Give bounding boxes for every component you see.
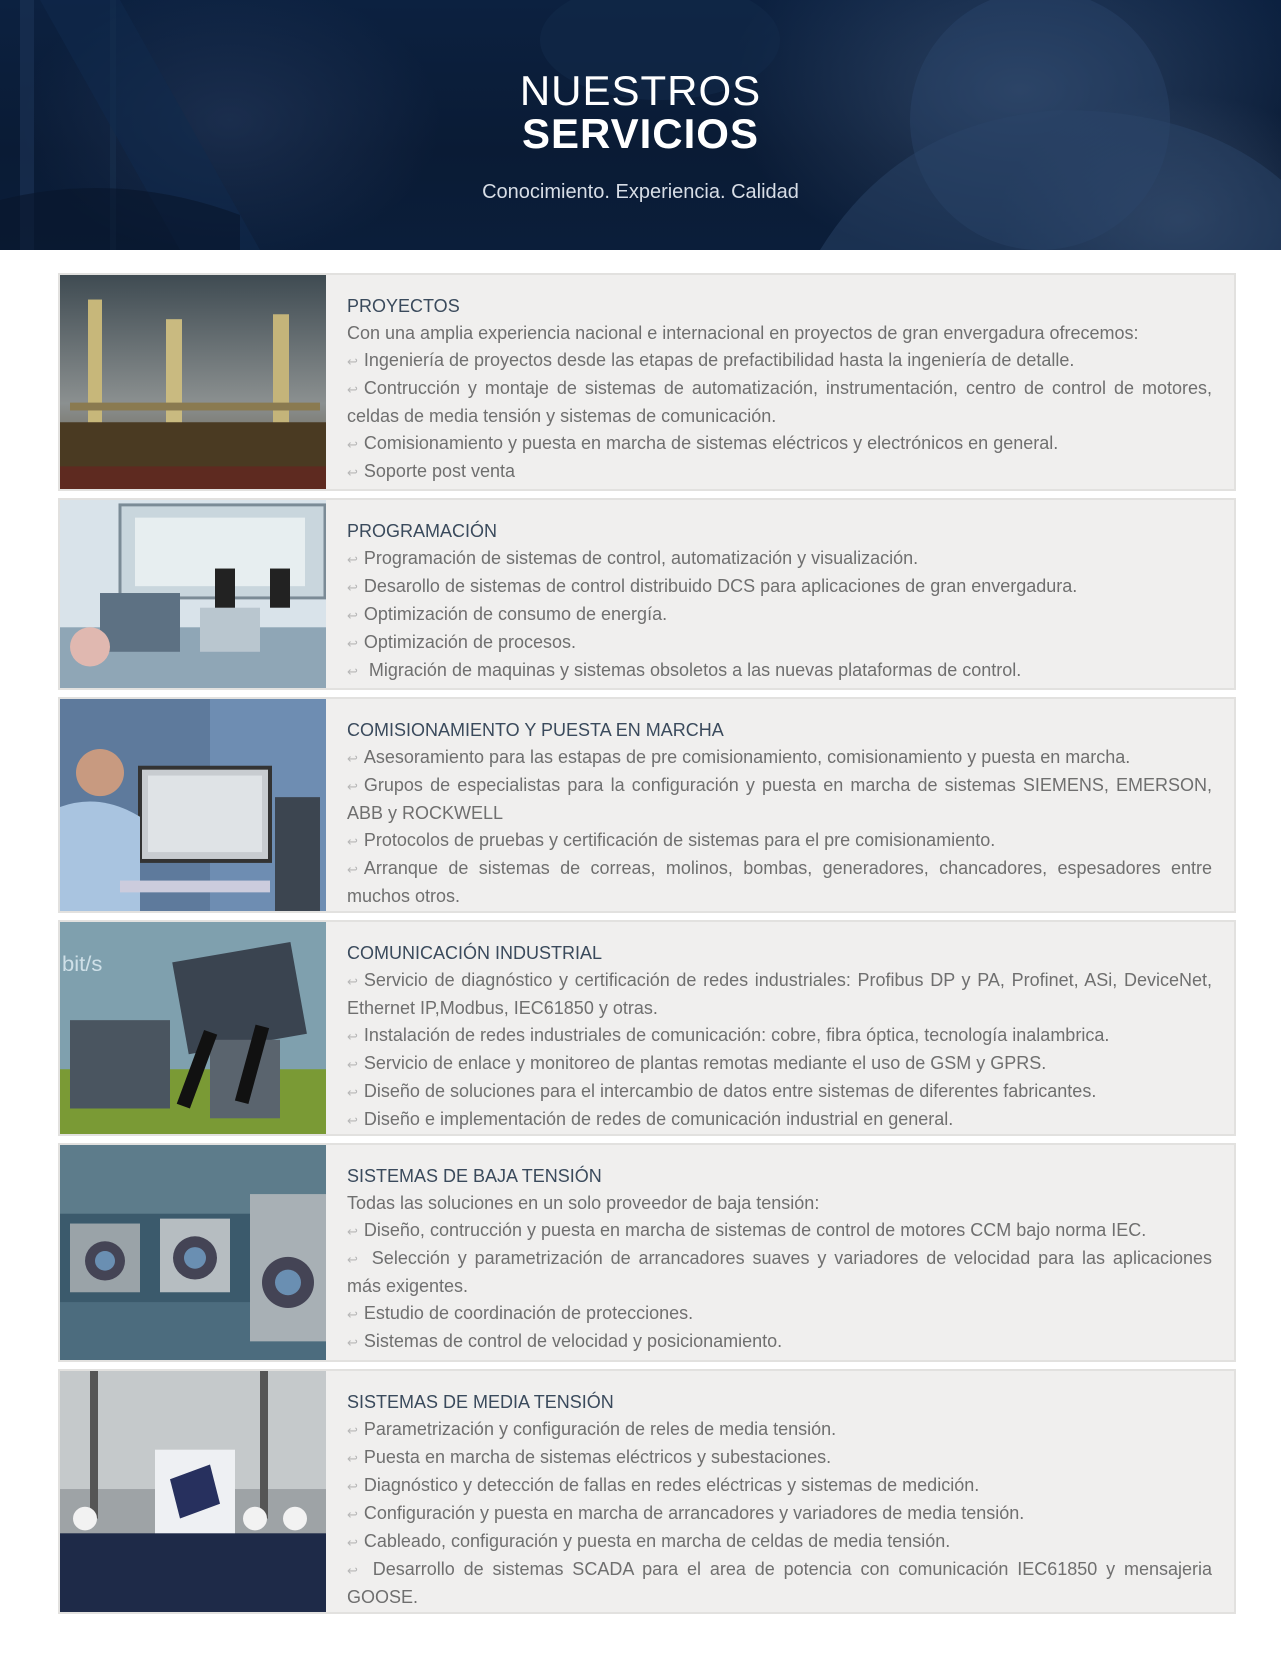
list-item: ↩ Diseño de soluciones para el intercambi… [347,1078,1212,1106]
service-title: COMUNICACIÓN INDUSTRIAL [347,943,603,963]
return-arrow-icon: ↩ [347,354,358,369]
list-item: ↩ Estudio de coordinación de protecciones… [347,1300,1212,1328]
return-arrow-icon: ↩ [347,974,358,989]
service-card-programacion: PROGRAMACIÓN ↩ Programación de sistemas d… [58,498,1236,690]
engineer-at-computer-photo [60,699,326,911]
return-arrow-icon: ↩ [347,1563,358,1578]
return-arrow-icon: ↩ [347,1085,358,1100]
service-card-baja-tension: SISTEMAS DE BAJA TENSIÓN Todas las soluc… [58,1143,1236,1362]
list-item: ↩ Protocolos de pruebas y certificación d… [347,827,1212,855]
service-title: PROGRAMACIÓN [347,521,498,541]
service-card-proyectos: PROYECTOS Con una amplia experiencia nac… [58,273,1236,491]
return-arrow-icon: ↩ [347,779,358,794]
hero-banner: NUESTROS SERVICIOS Conocimiento. Experie… [0,0,1281,250]
return-arrow-icon: ↩ [347,382,358,397]
service-title: SISTEMAS DE BAJA TENSIÓN [347,1166,602,1186]
return-arrow-icon: ↩ [347,664,358,679]
gear-motors-photo [60,1145,326,1360]
return-arrow-icon: ↩ [347,834,358,849]
service-card-media-tension: SISTEMAS DE MEDIA TENSIÓN ↩ Parametrizaci… [58,1369,1236,1614]
list-item: ↩ Sistemas de control de velocidad y posi… [347,1328,1212,1356]
list-item: ↩ Selección y parametrización de arranca… [347,1248,1212,1296]
service-card-comisionamiento: COMISIONAMIENTO Y PUESTA EN MARCHA ↩ Ases… [58,697,1236,913]
list-item: ↩ Ingeniería de proyectos desde las etapa… [347,347,1212,375]
list-item: ↩ Diseño e implementación de redes de com… [347,1106,1212,1134]
return-arrow-icon: ↩ [347,1451,358,1466]
list-item: ↩ Puesta en marcha de sistemas eléctricos… [347,1444,1212,1472]
svg-text:bit/s: bit/s [62,951,102,976]
list-item: ↩ Migración de maquinas y sistemas obsol… [347,657,1212,685]
list-item: ↩ Cableado, configuración y puesta en mar… [347,1528,1212,1556]
list-item: ↩ Parametrización y configuración de rele… [347,1416,1212,1444]
network-devices-photo: bit/s [60,922,326,1134]
service-title: PROYECTOS [347,296,460,316]
title-line-2: SERVICIOS [522,110,759,157]
return-arrow-icon: ↩ [347,1479,358,1494]
control-room-photo [60,500,326,688]
list-item: ↩ Diseño, contrucción y puesta en marcha … [347,1217,1212,1245]
list-item: ↩ Arranque de sistemas de correas, molino… [347,858,1212,906]
return-arrow-icon: ↩ [347,1307,358,1322]
list-item: ↩ Asesoramiento para las estapas de pre c… [347,744,1212,772]
list-item: ↩ Configuración y puesta en marcha de arr… [347,1500,1212,1528]
return-arrow-icon: ↩ [347,636,358,651]
return-arrow-icon: ↩ [347,580,358,595]
service-title: COMISIONAMIENTO Y PUESTA EN MARCHA [347,720,724,740]
list-item: ↩ Desarollo de sistemas de control distri… [347,573,1212,601]
return-arrow-icon: ↩ [347,608,358,623]
return-arrow-icon: ↩ [347,1252,358,1267]
return-arrow-icon: ↩ [347,1535,358,1550]
list-item: ↩ Diagnóstico y detección de fallas en re… [347,1472,1212,1500]
refinery-photo [60,275,326,489]
return-arrow-icon: ↩ [347,1113,358,1128]
return-arrow-icon: ↩ [347,751,358,766]
service-intro: Con una amplia experiencia nacional e in… [347,323,1139,343]
return-arrow-icon: ↩ [347,465,358,480]
title-line-1: NUESTROS [519,67,762,114]
list-item: ↩ Servicio de diagnóstico y certificación… [347,970,1212,1018]
service-title: SISTEMAS DE MEDIA TENSIÓN [347,1392,614,1412]
return-arrow-icon: ↩ [347,437,358,452]
list-item: ↩ Contrucción y montaje de sistemas de au… [347,378,1212,426]
list-item: ↩ Grupos de especialistas para la configu… [347,775,1212,823]
list-item: ↩ Servicio de enlace y monitoreo de plant… [347,1050,1212,1078]
list-item: ↩ Desarrollo de sistemas SCADA para el a… [347,1559,1212,1607]
list-item: ↩ Instalación de redes industriales de co… [347,1022,1212,1050]
return-arrow-icon: ↩ [347,1057,358,1072]
substation-team-photo [60,1371,326,1612]
return-arrow-icon: ↩ [347,862,358,877]
list-item: ↩ Comisionamiento y puesta en marcha de s… [347,430,1212,458]
list-item: ↩ Programación de sistemas de control, au… [347,545,1212,573]
list-item: ↩ Optimización de consumo de energía. [347,601,1212,629]
return-arrow-icon: ↩ [347,1224,358,1239]
return-arrow-icon: ↩ [347,1423,358,1438]
return-arrow-icon: ↩ [347,1029,358,1044]
service-card-comunicacion: bit/s COMUNICACIÓN INDUSTRIAL ↩ Servicio … [58,920,1236,1136]
hero-subtitle: Conocimiento. Experiencia. Calidad [482,181,799,203]
return-arrow-icon: ↩ [347,552,358,567]
list-item: ↩ Optimización de procesos. [347,629,1212,657]
page-title: NUESTROS SERVICIOS [0,70,1281,156]
return-arrow-icon: ↩ [347,1335,358,1350]
return-arrow-icon: ↩ [347,1507,358,1522]
service-intro: Todas las soluciones en un solo proveedo… [347,1193,820,1213]
list-item: ↩ Soporte post venta [347,458,1212,486]
